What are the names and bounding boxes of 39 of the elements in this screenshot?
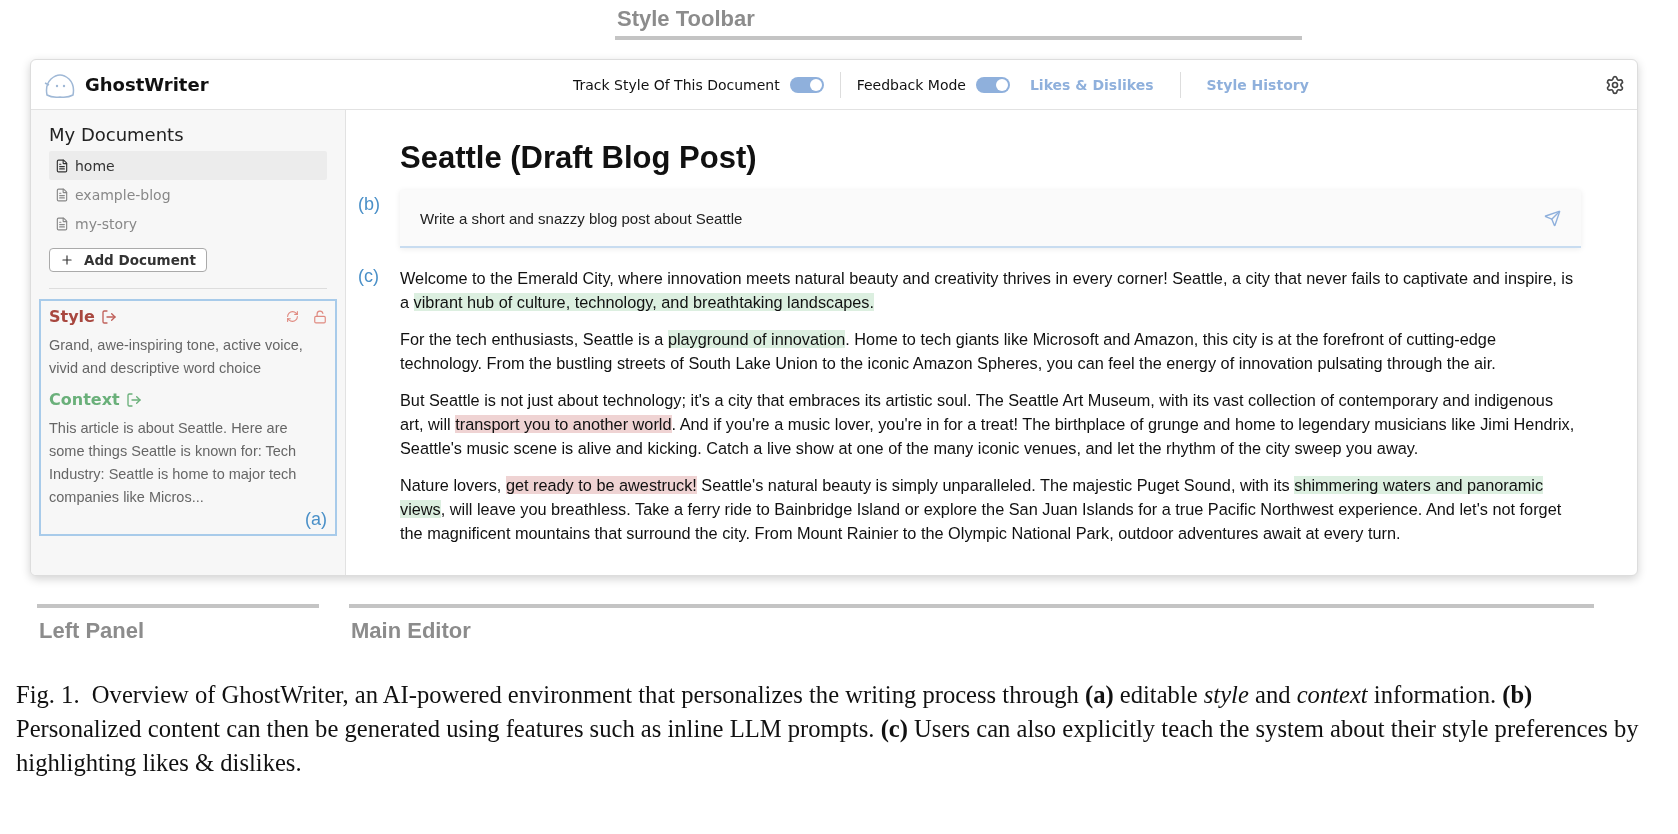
figure-label: Style Toolbar bbox=[616, 6, 756, 32]
export-icon[interactable] bbox=[100, 308, 117, 325]
sidebar-heading: My Documents bbox=[48, 124, 185, 147]
document-icon bbox=[55, 158, 69, 173]
paragraph: Nature lovers, get ready to be awestruck! Seattle's natural beauty is simply unparalleled. The majestic Puget Sound, with its shimmering waters and panoramic views, will leave you breathless. Take a ferry ride to Bainbridge Island or explore the San Juan Islands for a true Pacific Northwest experience. And let's not forget the magnificent mountains that surround the city. From Mount Rainier to the Olympic National Park, outdoor adventures await at every turn. bbox=[400, 475, 1563, 544]
annotation-marker: (a) bbox=[305, 509, 327, 530]
unlock-icon[interactable] bbox=[313, 309, 327, 324]
prompt-field[interactable]: Write a short and snazzy blog post about Seattle bbox=[400, 190, 1581, 248]
figure-label: Main Editor bbox=[350, 618, 472, 644]
annotation-marker: (c) bbox=[358, 266, 380, 288]
toggle-label: Track Style Of This Document bbox=[573, 76, 780, 93]
plus-icon bbox=[60, 253, 74, 267]
style-description: Grand, awe-inspiring tone, active voice, vivid and descriptive word choice bbox=[49, 336, 304, 378]
toggle-switch[interactable] bbox=[789, 76, 824, 93]
app-name: GhostWriter bbox=[85, 74, 209, 95]
document-item[interactable]: home bbox=[49, 151, 327, 180]
toggle-switch[interactable] bbox=[975, 76, 1010, 93]
refresh-icon[interactable] bbox=[286, 310, 299, 323]
toggle-label: Feedback Mode bbox=[856, 76, 966, 93]
add-document-button[interactable]: Add Document bbox=[49, 248, 207, 272]
context-description: This article is about Seattle. Here are some things Seattle is known for: Tech Industry: Seattle is home to major tech companies like Micros... bbox=[49, 419, 298, 507]
settings-icon[interactable] bbox=[1605, 74, 1625, 95]
context-heading: Context bbox=[49, 390, 120, 409]
document-item[interactable]: my-story bbox=[49, 209, 327, 238]
document-icon bbox=[55, 216, 69, 231]
export-icon[interactable] bbox=[125, 391, 142, 408]
document-title: Seattle (Draft Blog Post) bbox=[400, 140, 758, 176]
toolbar-link[interactable]: Likes & Dislikes bbox=[1019, 76, 1164, 93]
paragraph: But Seattle is not just about technology; it's a city that embraces its artistic soul. The Seattle Art Museum, with its vast collection of contemporary and indigenous art, will transport you to another world. And if you're a music lover, you're in for a treat! The birthplace of grunge and home to legendary musicians like Jimi Hendrix, Seattle's music scene is alive and kicking. Catch a live show at one of the many iconic venues, and let the rhythm of the city sweep you away. bbox=[400, 390, 1576, 459]
annotation-marker: (b) bbox=[358, 194, 381, 215]
paragraph: Welcome to the Emerald City, where innovation meets natural beauty and creativity thrives in every corner! Seattle, a city that never fails to captivate and inspire, is a vibrant hub of culture, technology, and breathtaking landscapes. bbox=[400, 268, 1575, 313]
document-icon bbox=[55, 187, 69, 202]
toolbar-link[interactable]: Style History bbox=[1196, 76, 1319, 93]
document-item[interactable]: example-blog bbox=[49, 180, 327, 209]
figure-label: Left Panel bbox=[38, 618, 146, 644]
paragraph: For the tech enthusiasts, Seattle is a playground of innovation. Home to tech giants like Microsoft and Amazon, this city is at the forefront of cutting-edge technology. From the bustling streets of South Lake Union to the iconic Amazon Spheres, you can feel the energy of innovation pulsating through the air. bbox=[400, 329, 1497, 374]
send-icon[interactable] bbox=[1544, 209, 1561, 227]
style-heading: Style bbox=[49, 307, 95, 326]
figure-caption: Fig. 1. Overview of GhostWriter, an AI-powered environment that personalizes the writing process through (a) editable style and context information. (b) Personalized content can then be generated using features such as inline LLM prompts. (c) Users can also explicitly teach the system about their style preferences by highlighting likes & dislikes. bbox=[15, 680, 1640, 778]
